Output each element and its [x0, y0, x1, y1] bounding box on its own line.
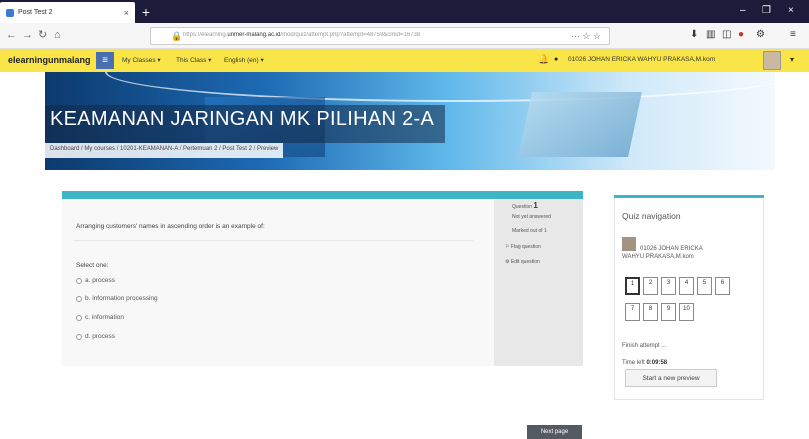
- question-nav-7[interactable]: 7: [625, 303, 640, 321]
- question-text: Arranging customers' names in ascending …: [76, 223, 265, 230]
- avatar[interactable]: [763, 51, 781, 70]
- address-bar[interactable]: 🔒 https://elearning.unmer-malang.ac.id/m…: [150, 27, 610, 45]
- question-nav-8[interactable]: 8: [643, 303, 658, 321]
- question-nav-2[interactable]: 2: [643, 277, 658, 295]
- avatar: [622, 237, 636, 251]
- breadcrumb[interactable]: Dashboard / My courses / 10201-KEAMANAN-…: [45, 143, 284, 158]
- radio-button[interactable]: [76, 314, 82, 321]
- site-header: elearningunmalang ≡ My Classes ▾ This Cl…: [0, 49, 809, 72]
- select-one-label: Select one:: [76, 262, 109, 269]
- answer-option-a[interactable]: a. process: [76, 277, 115, 284]
- extension-icon[interactable]: ●: [738, 29, 744, 41]
- start-new-preview-button[interactable]: Start a new preview: [625, 369, 717, 387]
- quiz-navigation-accent: [614, 195, 764, 198]
- question-nav-9[interactable]: 9: [661, 303, 676, 321]
- menu-language[interactable]: English (en) ▾: [224, 56, 264, 64]
- answer-option-d[interactable]: d. process: [76, 333, 115, 340]
- library-icon[interactable]: ▥: [706, 29, 715, 41]
- lock-icon: 🔒: [171, 31, 183, 41]
- site-name[interactable]: elearningunmalang: [8, 55, 91, 65]
- hamburger-menu-icon[interactable]: ≡: [96, 52, 114, 69]
- browser-nav-bar: ← → ↻ ⌂ 🔒 https://elearning.unmer-malang…: [0, 23, 809, 49]
- chat-icon[interactable]: ●: [554, 56, 558, 63]
- radio-button[interactable]: [76, 295, 82, 302]
- menu-icon[interactable]: ≡: [790, 29, 796, 41]
- page-title: KEAMANAN JARINGAN MK PILIHAN 2-A: [50, 108, 435, 130]
- laptop-graphic: [518, 92, 642, 157]
- flag-question-link[interactable]: ⚐ Flag question: [505, 244, 541, 250]
- time-left: Time left 0:09:58: [622, 360, 668, 366]
- url-text: https://elearning.unmer-malang.ac.id/mod…: [183, 32, 421, 38]
- question-info-panel: [494, 199, 583, 366]
- reload-icon[interactable]: ↻: [38, 29, 47, 41]
- radio-button[interactable]: [76, 333, 82, 340]
- back-icon[interactable]: ←: [6, 29, 17, 41]
- menu-this-class[interactable]: This Class ▾: [176, 56, 211, 64]
- nav-user-name: 01026 JOHAN ERICKA: [640, 246, 703, 252]
- finish-attempt-link[interactable]: Finish attempt ...: [622, 343, 666, 349]
- question-header-bar: [62, 191, 583, 199]
- bell-icon[interactable]: 🔔: [538, 54, 549, 65]
- radio-button[interactable]: [76, 277, 82, 284]
- question-status: Not yet answered: [512, 214, 551, 220]
- url-actions[interactable]: ··· ☆ ☆: [571, 31, 601, 42]
- nav-user-name-line2: WAHYU PRAKASA,M.kom: [622, 254, 694, 260]
- browser-tab-bar: Post Test 2 × + – ❐ ×: [0, 0, 809, 23]
- question-nav-3[interactable]: 3: [661, 277, 676, 295]
- chevron-down-icon[interactable]: ▾: [790, 55, 794, 64]
- home-icon[interactable]: ⌂: [54, 29, 61, 41]
- menu-my-classes[interactable]: My Classes ▾: [122, 56, 161, 64]
- forward-icon[interactable]: →: [22, 29, 33, 41]
- sidebar-icon[interactable]: ◫: [722, 29, 731, 41]
- question-nav-1[interactable]: 1: [625, 277, 640, 295]
- maximize-icon[interactable]: ❐: [762, 5, 771, 16]
- browser-tab[interactable]: Post Test 2 ×: [0, 2, 135, 23]
- option-label: d. process: [85, 333, 115, 340]
- tab-close-icon[interactable]: ×: [124, 8, 129, 18]
- answer-option-b[interactable]: b. information processing: [76, 295, 158, 302]
- download-icon[interactable]: ⬇: [690, 29, 698, 41]
- question-nav-10[interactable]: 10: [679, 303, 694, 321]
- question-nav-5[interactable]: 5: [697, 277, 712, 295]
- option-label: a. process: [85, 277, 115, 284]
- answer-option-c[interactable]: c. information: [76, 314, 124, 321]
- option-label: c. information: [85, 314, 125, 321]
- minimize-icon[interactable]: –: [740, 5, 746, 16]
- settings-icon[interactable]: ⚙: [756, 29, 765, 41]
- option-label: b. information processing: [85, 295, 158, 302]
- new-tab-button[interactable]: +: [138, 4, 154, 20]
- edit-question-link[interactable]: ⚙ Edit question: [505, 259, 540, 265]
- close-window-icon[interactable]: ×: [788, 5, 794, 16]
- question-number: Question 1: [512, 201, 538, 210]
- tab-title: Post Test 2: [18, 9, 53, 16]
- question-marks: Marked out of 1: [512, 228, 547, 234]
- question-nav-6[interactable]: 6: [715, 277, 730, 295]
- question-nav-4[interactable]: 4: [679, 277, 694, 295]
- header-user-name[interactable]: 01026 JOHAN ERICKA WAHYU PRAKASA,M.kom: [568, 56, 715, 63]
- quiz-navigation-title: Quiz navigation: [622, 211, 681, 221]
- next-page-button[interactable]: Next page: [527, 425, 582, 439]
- favicon-icon: [6, 8, 14, 17]
- divider: [73, 240, 473, 241]
